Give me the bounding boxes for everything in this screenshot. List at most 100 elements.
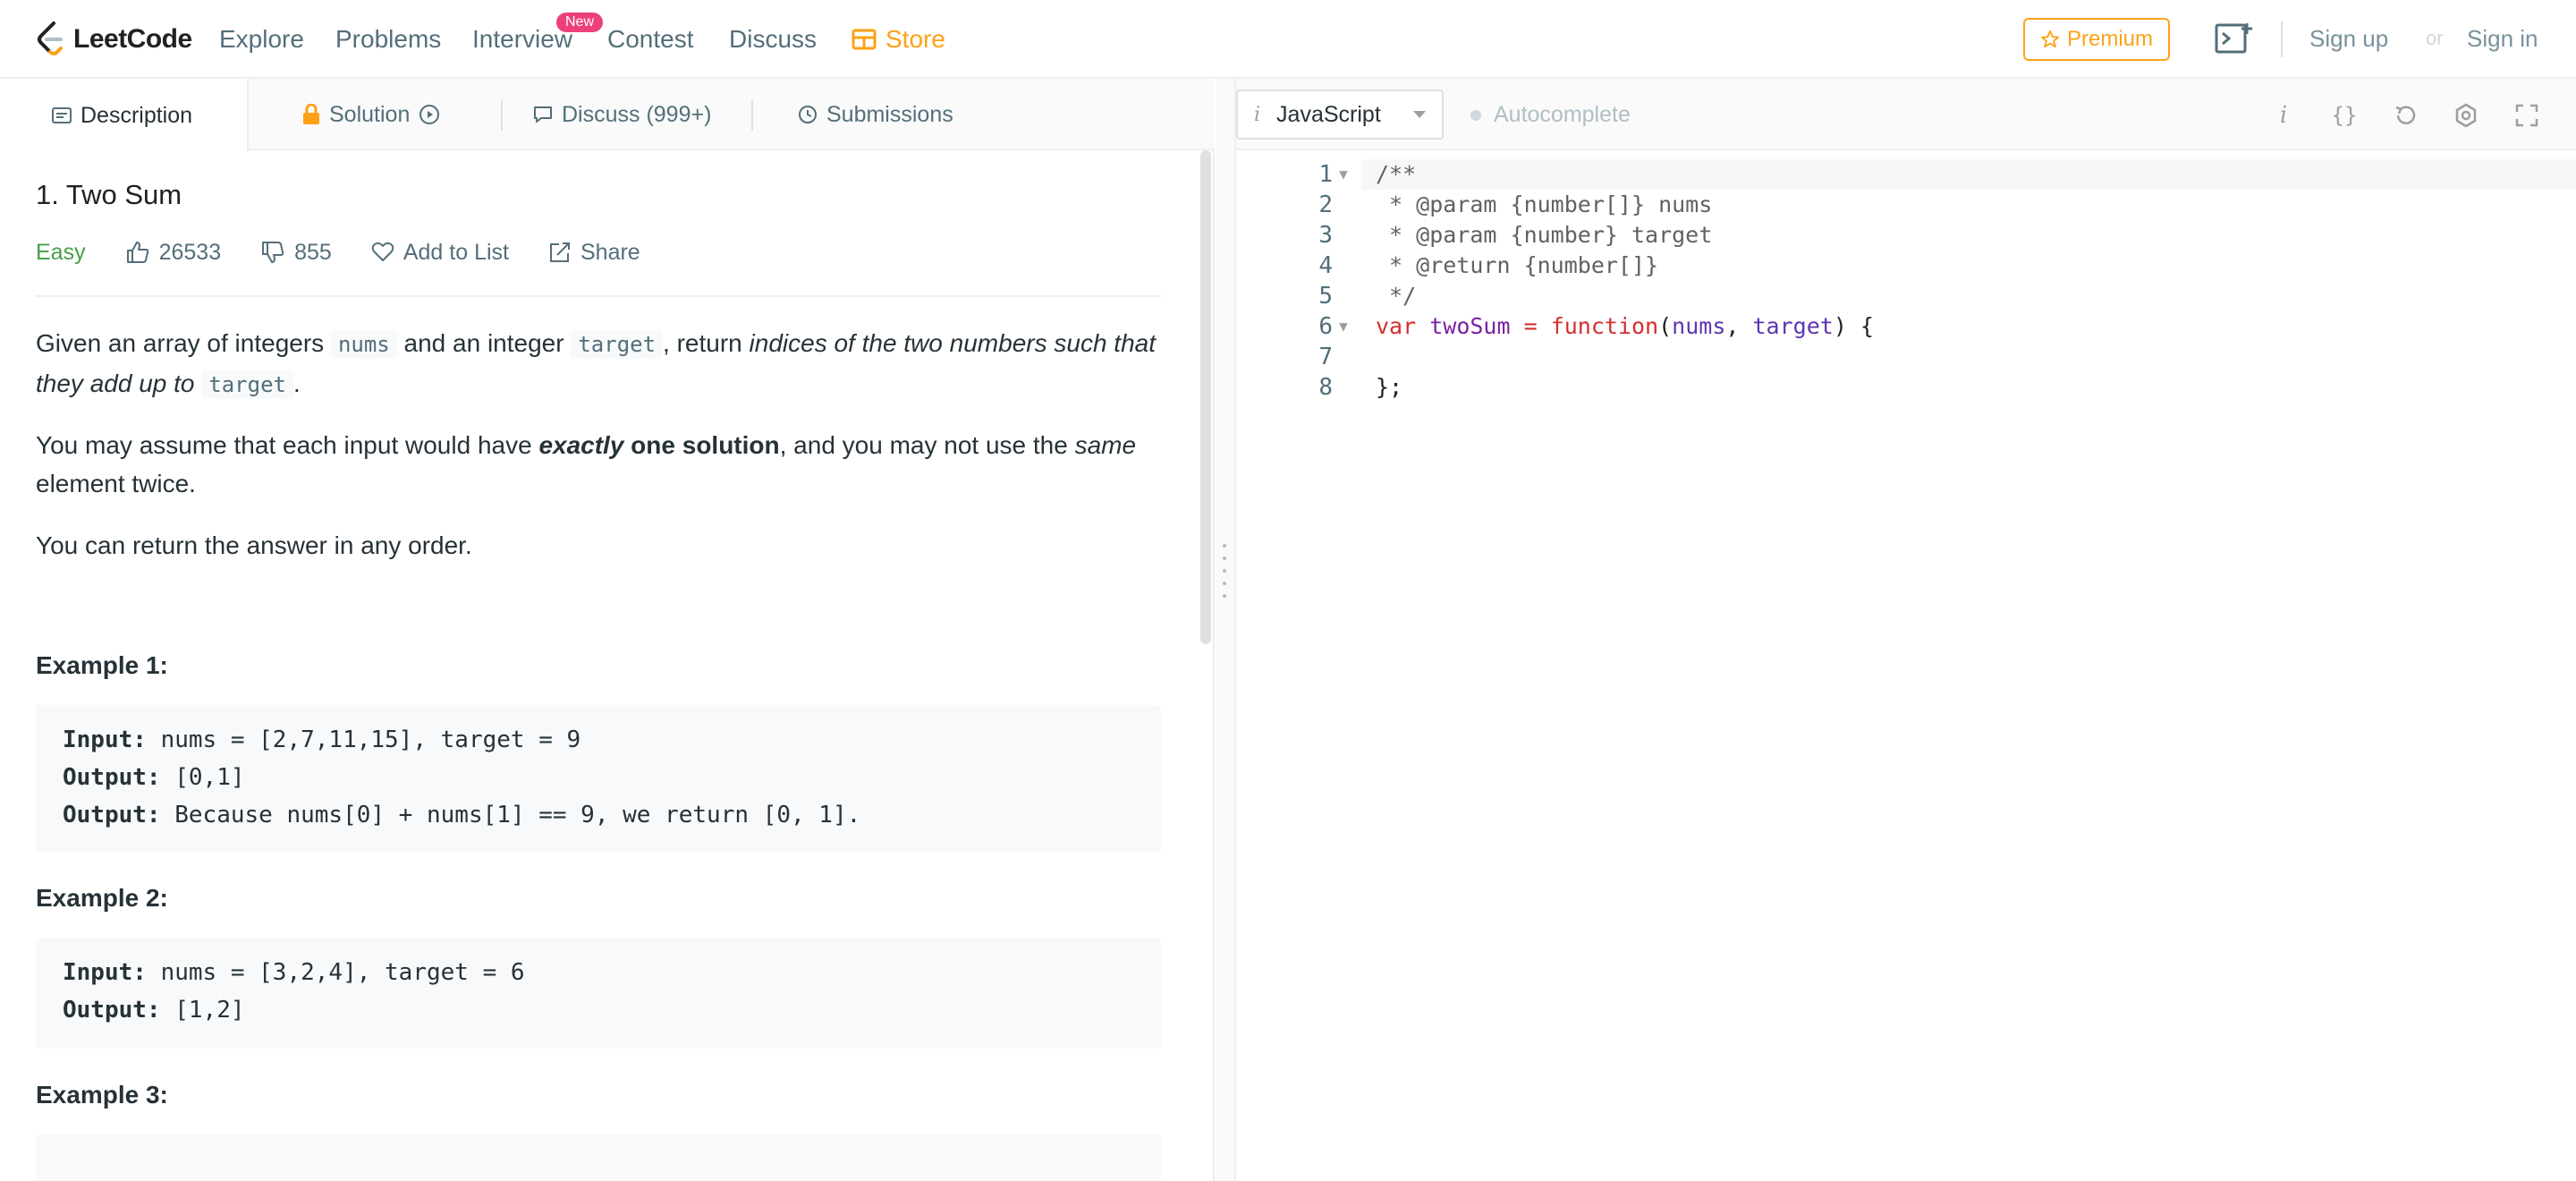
share-label: Share [580,239,640,265]
fold-arrow-icon[interactable]: ▼ [1333,159,1354,190]
example-1-title: Example 1: [36,651,168,679]
code-line: 5 */ [1236,281,2576,311]
line-number: 1 [1318,161,1333,188]
code-text: * @param {number[]} nums [1376,191,1713,217]
star-icon [2040,30,2060,48]
comma: , [1725,313,1753,339]
paren-close-brace: ) { [1833,313,1874,339]
constraint-emphasis: exactly [538,431,624,459]
tab-submissions[interactable]: Submissions [798,79,953,150]
param-nums: nums [1672,313,1726,339]
assign-operator: = [1510,313,1551,339]
example-2-title: Example 2: [36,884,168,912]
keyword-var: var [1376,313,1417,339]
statement-text: and an integer [396,329,572,357]
fold-arrow-icon[interactable]: ▼ [1333,311,1354,342]
code-text: * @return {number[]} [1376,252,1659,278]
pane-resizer[interactable] [1216,79,1234,1181]
tab-description[interactable]: Description [0,79,249,152]
like-count: 26533 [158,239,222,265]
paren-open: ( [1658,313,1673,339]
problem-tabs: Description Solution Discuss (999+) Subm… [0,79,1215,152]
code-editor-pane: i JavaScript Autocomplete i {} 1 ▼ /** 2… [1234,79,2576,1181]
format-code-icon[interactable]: {} [2329,100,2360,131]
description-scrollbar[interactable] [1200,150,1211,644]
nav-problems[interactable]: Problems [335,25,441,54]
code-text: * @param {number} target [1376,222,1713,248]
example-explanation: Because nums[0] + nums[1] == 9, we retur… [160,802,861,828]
chevron-down-icon [1413,111,1426,118]
tab-solution[interactable]: Solution [302,79,440,150]
nav-discuss[interactable]: Discuss [729,25,817,54]
tab-discuss[interactable]: Discuss (999+) [533,79,711,150]
tab-solution-label: Solution [329,101,411,127]
brand-name: LeetCode [73,24,192,54]
problem-title: 1. Two Sum [36,179,182,210]
problem-note: You can return the answer in any order. [36,531,472,559]
line-number: 5 [1318,283,1333,310]
add-to-list-button[interactable]: Add to List [371,240,509,266]
code-line: 6 ▼ var twoSum = function(nums, target) … [1236,311,2576,342]
example-input: nums = [2,7,11,15], target = 9 [146,726,581,753]
new-badge: New [556,13,604,32]
like-button[interactable]: 26533 [125,239,222,266]
autocomplete-toggle[interactable]: Autocomplete [1470,102,1631,128]
line-number: 2 [1318,191,1333,218]
fullscreen-icon[interactable] [2512,100,2542,131]
code-line: 3 * @param {number} target [1236,220,2576,251]
language-select[interactable]: i JavaScript [1236,89,1444,140]
nav-explore[interactable]: Explore [219,25,304,54]
language-label: JavaScript [1276,101,1381,127]
thumbs-up-icon [126,242,148,263]
code-text: /** [1376,161,1417,187]
settings-icon[interactable] [2451,100,2481,131]
premium-label: Premium [2066,27,2153,51]
problem-constraint: You may assume that each input would hav… [36,426,1161,503]
tab-separator [751,100,753,131]
signup-link[interactable]: Sign up [2309,25,2388,53]
tab-discuss-label: Discuss (999+) [562,101,712,127]
dislike-button[interactable]: 855 [260,240,332,266]
input-label: Input: [63,726,147,753]
signin-link[interactable]: Sign in [2467,25,2538,53]
add-to-list-label: Add to List [402,239,509,265]
nav-contest[interactable]: Contest [607,25,694,54]
share-button[interactable]: Share [548,240,640,266]
statement-text: , return [663,329,750,357]
difficulty-label: Easy [36,239,86,265]
example-output: [1,2] [160,997,245,1024]
lock-icon [303,104,319,124]
leetcode-logo-icon [38,21,63,55]
video-play-icon [419,105,440,124]
input-label: Input: [63,959,147,986]
info-italic-icon[interactable]: i [2268,100,2299,131]
nav-interview[interactable]: Interview [472,25,572,54]
output-label: Output: [63,997,161,1024]
code-line: 1 ▼ /** [1236,159,2576,190]
nav-divider [2281,21,2283,57]
nav-store[interactable]: Store [852,25,945,54]
example-3-title: Example 3: [36,1081,168,1109]
share-icon [549,242,570,262]
premium-button[interactable]: Premium [2023,18,2170,61]
example-3-block [36,1134,1161,1181]
resizer-grip-icon [1223,544,1226,598]
tab-submissions-label: Submissions [826,101,953,127]
explanation-label: Output: [63,802,161,828]
example-1-block: Input: nums = [2,7,11,15], target = 9 Ou… [36,705,1161,852]
reset-icon[interactable] [2390,100,2420,131]
keyword-function: function [1550,313,1659,339]
playground-icon[interactable] [2215,21,2254,57]
editor-toolbar: i JavaScript Autocomplete i {} [1236,79,2576,150]
autocomplete-label: Autocomplete [1494,102,1631,127]
inline-code: target [571,330,664,359]
code-line: 4 * @return {number[]} [1236,251,2576,281]
tab-separator [501,100,503,131]
constraint-emphasis: same [1074,431,1137,459]
inline-code: nums [330,330,397,359]
or-text: or [2426,27,2444,49]
example-input: nums = [3,2,4], target = 6 [146,959,525,986]
store-label: Store [886,25,945,53]
dislike-count: 855 [294,239,332,265]
leetcode-logo[interactable]: LeetCode [34,18,192,61]
